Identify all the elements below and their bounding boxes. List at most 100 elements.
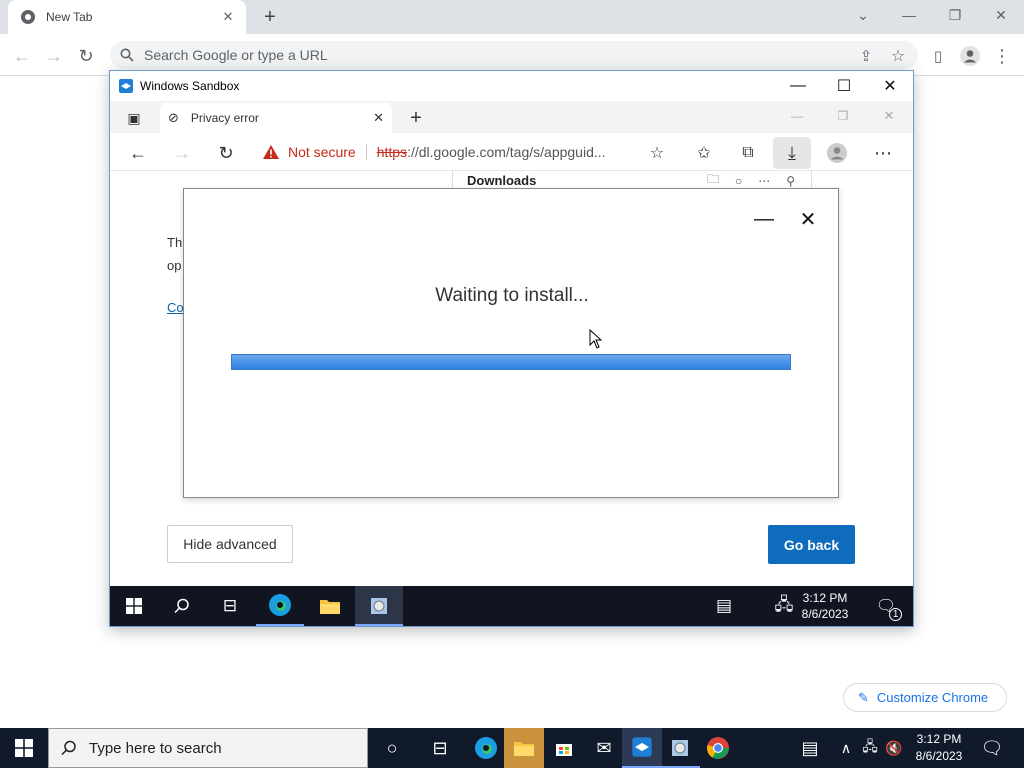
edge-taskbar-icon[interactable] [466, 728, 506, 768]
tab-actions-icon[interactable]: ▣ [122, 107, 146, 129]
url-rest: ://dl.google.com/tag/s/appguid... [407, 144, 606, 160]
windows-start-icon[interactable] [4, 728, 44, 768]
close-icon[interactable]: ✕ [220, 9, 236, 25]
tab-search-icon[interactable]: ⌄ [848, 4, 878, 26]
taskbar-time: 3:12 PM [916, 732, 962, 746]
sandbox-taskbar-icon[interactable] [622, 728, 662, 768]
reload-icon[interactable]: ↻ [74, 44, 98, 68]
page-link[interactable]: Co [167, 300, 184, 315]
hide-advanced-button[interactable]: Hide advanced [167, 525, 293, 563]
url-scheme: https [376, 144, 408, 160]
collections-icon[interactable]: ⧉ [735, 141, 761, 165]
forward-icon[interactable]: → [42, 44, 66, 68]
cortana-icon[interactable]: ○ [372, 728, 412, 768]
host-tab-new-tab[interactable]: New Tab ✕ [8, 0, 246, 34]
tray-chevron-icon[interactable]: ∧ [834, 728, 858, 768]
sandbox-clock[interactable]: 3:12 PM 8/6/2023 [790, 590, 860, 622]
not-secure-label: Not secure [288, 144, 356, 160]
host-tab-title: New Tab [46, 10, 93, 24]
search-icon [120, 48, 134, 62]
chrome-taskbar-icon[interactable] [698, 728, 738, 768]
edge-forward-icon[interactable]: → [169, 141, 195, 165]
sandbox-date: 8/6/2023 [801, 607, 849, 621]
edge-new-tab-icon[interactable]: + [404, 107, 428, 129]
volume-muted-icon[interactable]: 🔇 [882, 728, 906, 768]
edge-refresh-icon[interactable]: ↻ [213, 141, 239, 165]
edge-minimize-icon[interactable]: — [784, 105, 810, 127]
notification-badge: 1 [889, 608, 903, 621]
taskbar-clock[interactable]: 3:12 PM 8/6/2023 [908, 731, 970, 765]
network-icon[interactable]: 🖧 [858, 728, 882, 768]
news-icon[interactable]: ▤ [700, 586, 748, 626]
news-icon[interactable]: ▤ [790, 728, 830, 768]
installer-taskbar-icon[interactable] [355, 586, 403, 626]
pin-icon[interactable]: ⚲ [786, 174, 795, 188]
page-text-line: op [167, 258, 182, 273]
menu-icon[interactable]: ⋮ [990, 44, 1014, 68]
new-tab-icon[interactable]: + [258, 6, 282, 28]
back-icon[interactable]: ← [10, 44, 34, 68]
omnibox[interactable]: Search Google or type a URL [110, 41, 918, 69]
task-view-icon[interactable]: ⊟ [420, 728, 460, 768]
add-favorite-icon[interactable]: ☆ [644, 141, 670, 165]
sandbox-title: Windows Sandbox [140, 79, 240, 93]
bookmark-star-icon[interactable]: ☆ [886, 44, 910, 68]
edge-address-bar[interactable]: Not secure https://dl.google.com/tag/s/a… [256, 137, 676, 167]
edge-restore-icon[interactable]: ❐ [830, 105, 856, 127]
edge-close-icon[interactable]: ✕ [876, 105, 902, 127]
notification-icon[interactable]: 🗨 [972, 728, 1012, 768]
edge-back-icon[interactable]: ← [125, 141, 151, 165]
go-back-button[interactable]: Go back [768, 525, 855, 564]
omnibox-placeholder: Search Google or type a URL [144, 47, 328, 63]
taskbar-date: 8/6/2023 [915, 749, 963, 763]
task-view-icon[interactable]: ⊟ [206, 586, 254, 626]
sandbox-window: Windows Sandbox — ☐ ✕ ▣ ⊘ Privacy error … [109, 70, 914, 627]
edge-taskbar-icon[interactable] [256, 586, 304, 626]
sandbox-minimize-icon[interactable]: — [775, 71, 821, 101]
store-icon[interactable] [544, 728, 584, 768]
more-icon[interactable]: ⋯ [758, 174, 770, 188]
mail-icon[interactable]: ✉ [584, 728, 624, 768]
search-icon [61, 740, 77, 756]
minimize-icon[interactable]: — [894, 4, 924, 26]
search-downloads-icon[interactable]: ○ [735, 174, 742, 188]
sandbox-icon [118, 78, 134, 94]
windows-start-icon[interactable] [110, 586, 158, 626]
downloads-title: Downloads [467, 173, 537, 188]
pencil-icon: ✎ [858, 689, 869, 705]
page-error-icon: ⊘ [168, 110, 179, 125]
installer-close-icon[interactable]: ✕ [794, 205, 822, 233]
profile-avatar[interactable] [958, 44, 982, 68]
page-text-line: Th [167, 235, 183, 250]
installer-dialog: — ✕ Waiting to install... [183, 188, 839, 498]
customize-label: Customize Chrome [876, 690, 989, 705]
installer-taskbar-icon[interactable] [660, 728, 700, 768]
file-explorer-icon[interactable] [306, 586, 354, 626]
favorites-icon[interactable]: ✩ [691, 141, 717, 165]
chrome-icon [20, 9, 36, 25]
sandbox-maximize-icon[interactable]: ☐ [821, 71, 867, 101]
customize-chrome-button[interactable]: ✎ Customize Chrome [843, 683, 1007, 712]
downloads-icon[interactable]: ⤓ [773, 137, 811, 169]
taskbar-search-box[interactable]: Type here to search [48, 728, 368, 768]
edge-menu-icon[interactable]: ⋯ [870, 141, 896, 165]
edge-tab-title: Privacy error [190, 111, 259, 125]
side-panel-icon[interactable]: ▯ [926, 44, 950, 68]
search-icon[interactable] [158, 586, 206, 626]
edge-tab-privacy-error[interactable]: ⊘ Privacy error ✕ [160, 103, 392, 133]
close-window-icon[interactable]: ✕ [986, 4, 1016, 26]
close-tab-icon[interactable]: ✕ [373, 110, 384, 126]
sandbox-close-icon[interactable]: ✕ [867, 71, 913, 101]
notification-icon[interactable]: 🗨 1 [862, 586, 910, 626]
file-explorer-icon[interactable] [504, 728, 544, 768]
share-icon[interactable]: ⇪ [854, 44, 878, 68]
address-divider [365, 144, 367, 160]
installer-message: Waiting to install... [435, 285, 589, 306]
mouse-cursor-icon [589, 328, 603, 354]
warning-icon [262, 144, 280, 160]
restore-icon[interactable]: ❐ [940, 4, 970, 26]
edge-profile-avatar[interactable] [824, 141, 850, 165]
sandbox-time: 3:12 PM [802, 591, 848, 605]
installer-minimize-icon[interactable]: — [750, 205, 778, 233]
taskbar-search-placeholder: Type here to search [89, 739, 222, 757]
